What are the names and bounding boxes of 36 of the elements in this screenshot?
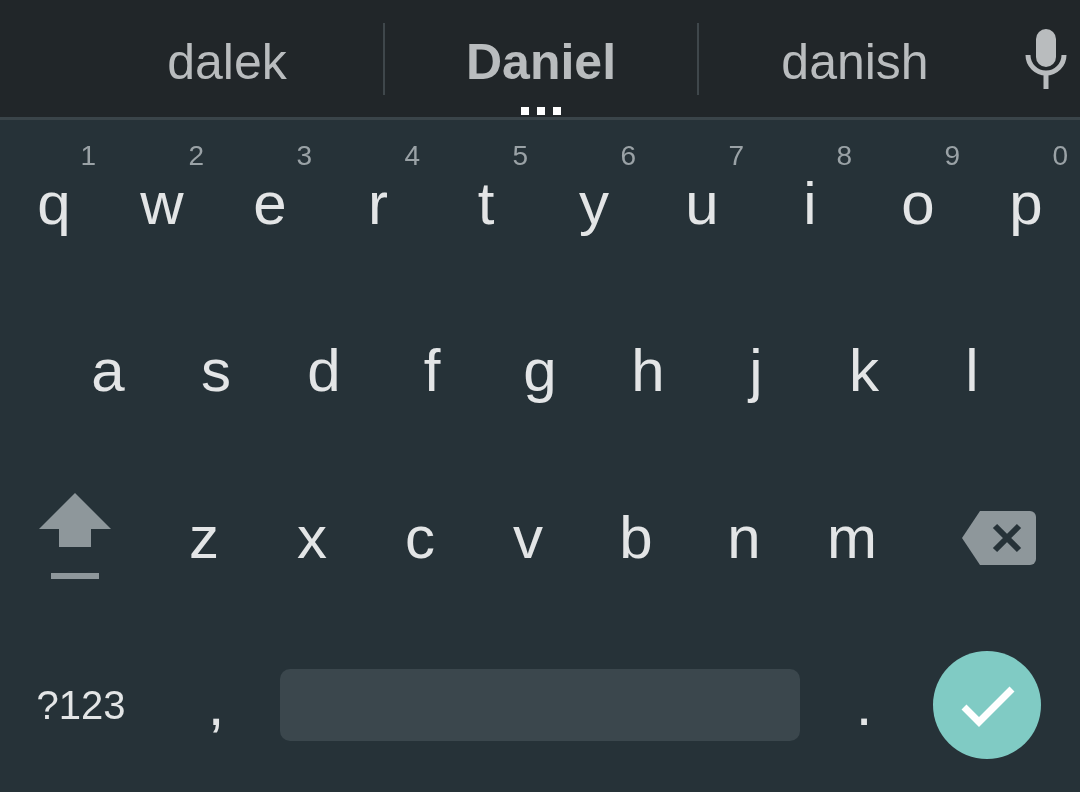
key[interactable]: a (54, 287, 162, 454)
key[interactable]: h (594, 287, 702, 454)
key[interactable]: j (702, 287, 810, 454)
key[interactable]: c (366, 454, 474, 621)
key[interactable]: w 2 (108, 120, 216, 287)
key[interactable]: g (486, 287, 594, 454)
key[interactable]: z (150, 454, 258, 621)
more-suggestions-icon (521, 107, 561, 115)
key[interactable]: q 1 (0, 120, 108, 287)
key[interactable]: u 7 (648, 120, 756, 287)
key[interactable]: s (162, 287, 270, 454)
key[interactable]: . (810, 621, 918, 788)
microphone-icon[interactable] (1023, 28, 1068, 89)
backspace-icon (962, 510, 1036, 565)
key[interactable]: f (378, 287, 486, 454)
key[interactable]: b (582, 454, 690, 621)
key[interactable]: o 9 (864, 120, 972, 287)
key[interactable]: y 6 (540, 120, 648, 287)
key[interactable]: t 5 (432, 120, 540, 287)
key[interactable]: n (690, 454, 798, 621)
suggestion[interactable]: danish (773, 35, 937, 90)
key[interactable]: x (258, 454, 366, 621)
suggestion[interactable]: Daniel (457, 35, 625, 90)
key[interactable]: d (270, 287, 378, 454)
checkmark-icon (961, 686, 1015, 727)
key[interactable]: i 8 (756, 120, 864, 287)
key[interactable]: v (474, 454, 582, 621)
suggestion[interactable]: dalek (159, 35, 295, 90)
key[interactable]: p 0 (972, 120, 1080, 287)
key[interactable]: k (810, 287, 918, 454)
key[interactable]: , (162, 621, 270, 788)
key[interactable]: r 4 (324, 120, 432, 287)
key[interactable]: m (798, 454, 906, 621)
symbols-key[interactable]: ?123 (0, 621, 162, 788)
key[interactable]: e 3 (216, 120, 324, 287)
key[interactable]: l (918, 287, 1026, 454)
